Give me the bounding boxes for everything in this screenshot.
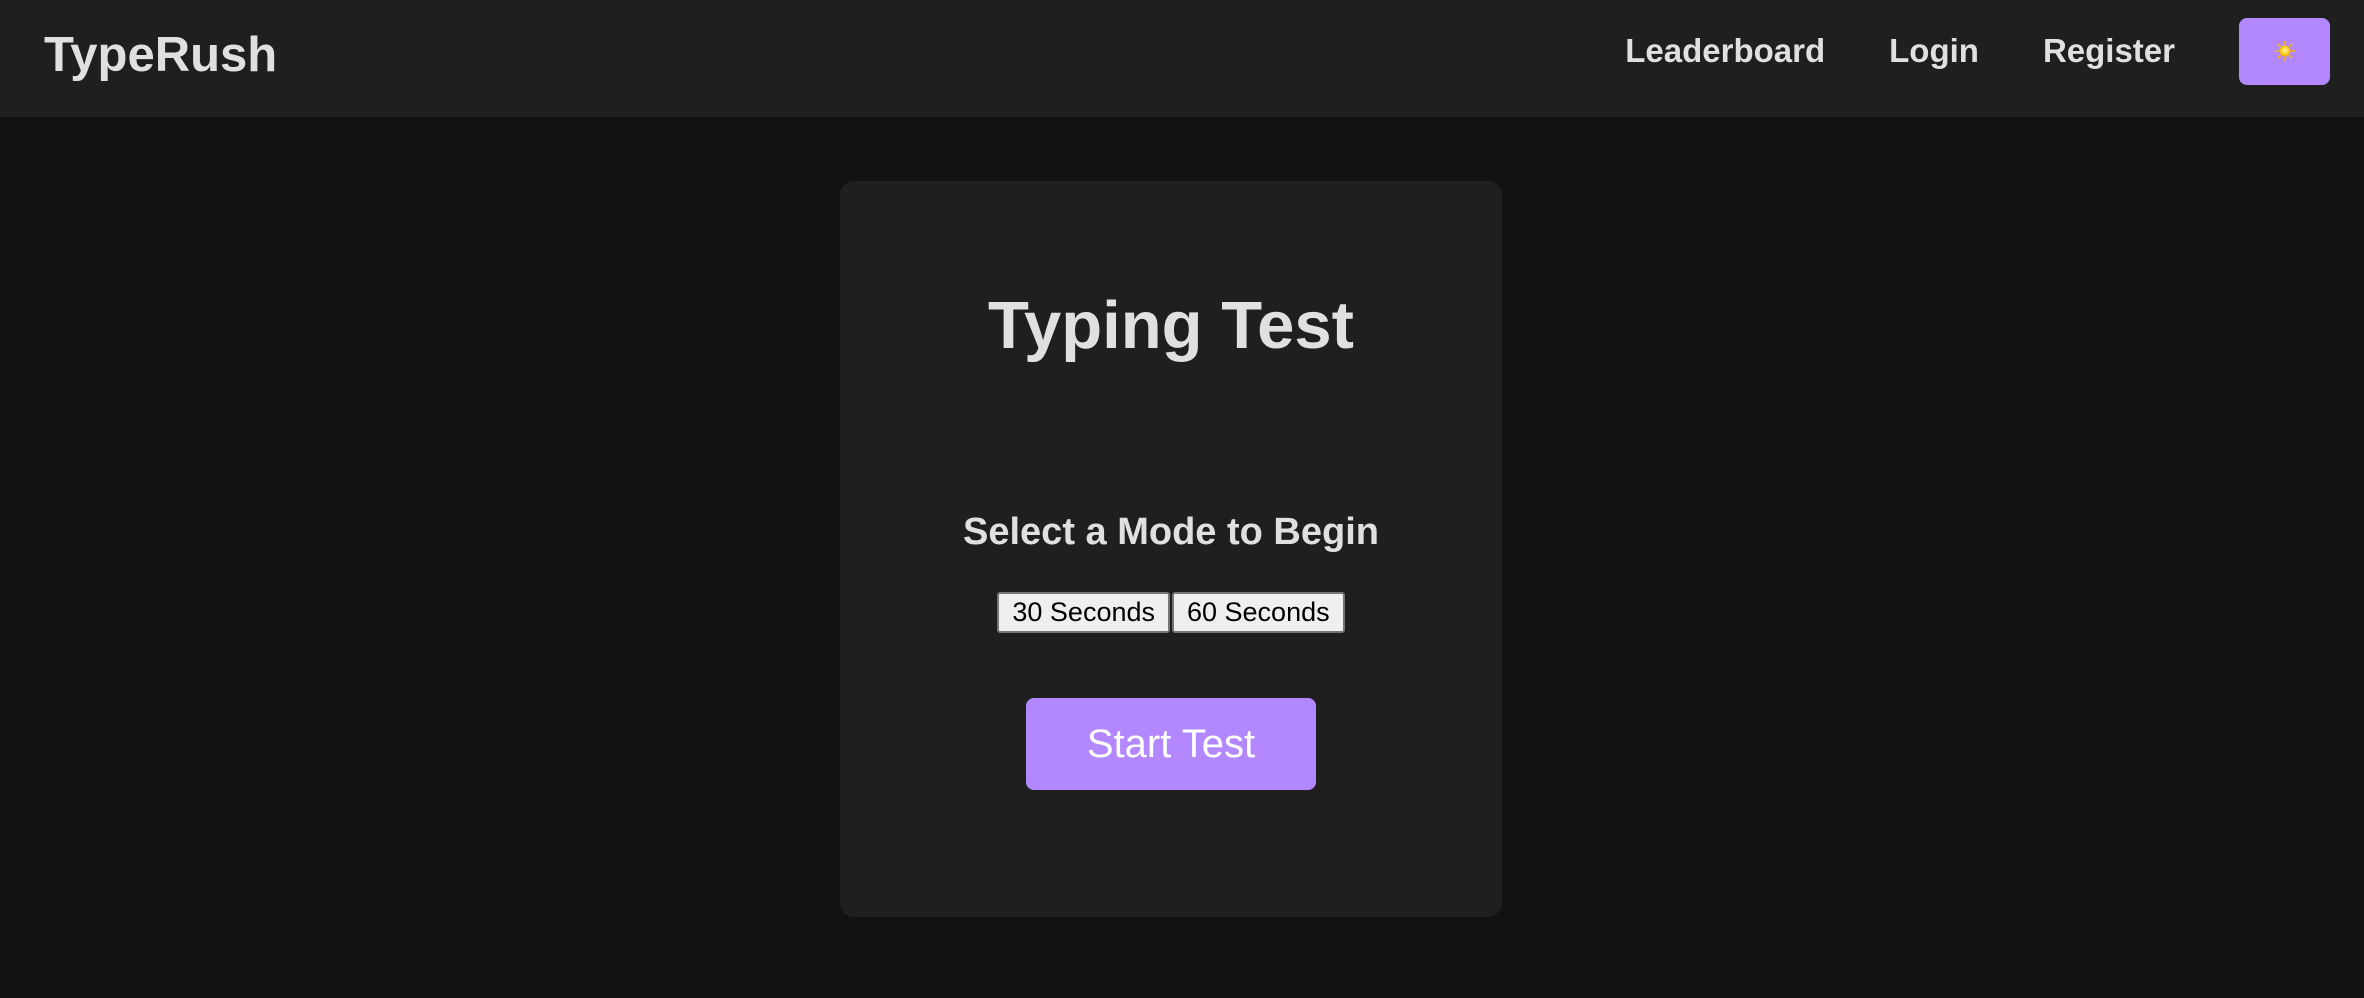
sun-icon	[2274, 40, 2295, 62]
page-title: Typing Test	[987, 288, 1354, 363]
theme-toggle-button[interactable]	[2239, 17, 2330, 85]
brand-logo[interactable]: TypeRush	[44, 27, 277, 83]
nav-link-leaderboard[interactable]: Leaderboard	[1625, 31, 1825, 71]
mode-selector: 30 Seconds 60 Seconds	[840, 592, 1502, 633]
nav-link-login[interactable]: Login	[1889, 31, 1979, 71]
mode-30-seconds-button[interactable]: 30 Seconds	[997, 592, 1170, 633]
top-navbar: TypeRush Leaderboard Login Register	[0, 0, 2364, 117]
nav-links: Leaderboard Login Register	[1625, 17, 2330, 85]
typing-test-card: Typing Test Select a Mode to Begin 30 Se…	[840, 181, 1502, 917]
mode-prompt: Select a Mode to Begin	[963, 511, 1379, 553]
start-test-button[interactable]: Start Test	[1026, 698, 1316, 790]
nav-link-register[interactable]: Register	[2043, 31, 2175, 71]
mode-60-seconds-button[interactable]: 60 Seconds	[1172, 592, 1345, 633]
